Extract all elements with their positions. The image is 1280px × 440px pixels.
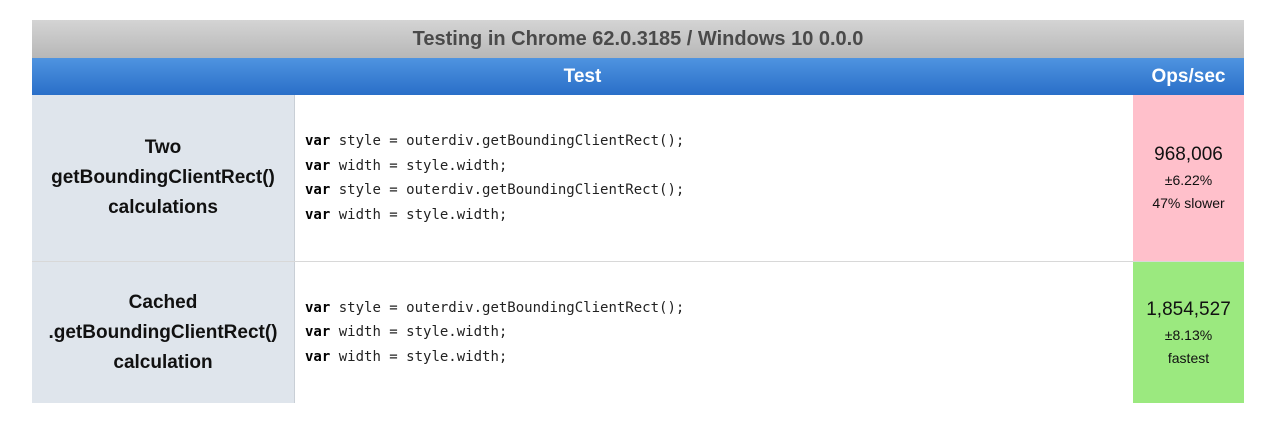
test-title: Two getBoundingClientRect() calculations <box>51 137 275 218</box>
code-text: width = style.width; <box>330 206 508 223</box>
code-text: style = outerdiv.getBoundingClientRect()… <box>330 299 685 316</box>
table-caption: Testing in Chrome 62.0.3185 / Windows 10… <box>32 20 1244 58</box>
table-row: Cached .getBoundingClientRect() calculat… <box>32 262 1244 403</box>
code-text: style = outerdiv.getBoundingClientRect()… <box>330 133 685 149</box>
test-code: var style = outerdiv.getBoundingClientRe… <box>305 296 684 370</box>
code-line: var style = outerdiv.getBoundingClientRe… <box>305 178 684 203</box>
test-title-cell: Two getBoundingClientRect() calculations <box>32 95 295 261</box>
test-code-cell: var style = outerdiv.getBoundingClientRe… <box>295 95 1133 261</box>
code-text: width = style.width; <box>330 348 508 365</box>
code-keyword: var <box>305 348 331 365</box>
code-line: var style = outerdiv.getBoundingClientRe… <box>305 129 684 154</box>
code-text: width = style.width; <box>330 324 508 341</box>
code-text: width = style.width; <box>330 157 508 174</box>
table-header: Test Ops/sec <box>32 58 1244 95</box>
test-title-cell: Cached .getBoundingClientRect() calculat… <box>32 262 295 403</box>
ops-result-cell: 1,854,527 ±8.13% fastest <box>1133 262 1244 403</box>
code-keyword: var <box>305 182 331 198</box>
ops-value: 1,854,527 <box>1146 298 1231 320</box>
column-header-ops: Ops/sec <box>1151 65 1226 87</box>
code-keyword: var <box>305 324 331 341</box>
ops-relative-speed: 47% slower <box>1152 195 1225 211</box>
column-header-test: Test <box>563 65 602 87</box>
results-table: Testing in Chrome 62.0.3185 / Windows 10… <box>32 20 1244 403</box>
test-title: Cached .getBoundingClientRect() calculat… <box>48 291 278 373</box>
ops-result-cell: 968,006 ±6.22% 47% slower <box>1133 95 1244 261</box>
ops-relative-speed: fastest <box>1167 349 1210 366</box>
code-line: var width = style.width; <box>305 320 684 345</box>
code-keyword: var <box>305 133 331 149</box>
code-line: var width = style.width; <box>305 154 684 179</box>
code-text: style = outerdiv.getBoundingClientRect()… <box>330 182 685 198</box>
test-code: var style = outerdiv.getBoundingClientRe… <box>305 129 684 227</box>
code-keyword: var <box>305 157 331 174</box>
table-row: Two getBoundingClientRect() calculations… <box>32 95 1244 262</box>
code-line: var width = style.width; <box>305 345 684 370</box>
code-keyword: var <box>305 299 331 316</box>
ops-error-margin: ±6.22% <box>1164 172 1213 188</box>
code-keyword: var <box>305 206 331 223</box>
ops-value: 968,006 <box>1154 144 1223 165</box>
ops-error-margin: ±8.13% <box>1164 326 1213 343</box>
code-line: var width = style.width; <box>305 203 684 228</box>
test-code-cell: var style = outerdiv.getBoundingClientRe… <box>295 262 1133 403</box>
code-line: var style = outerdiv.getBoundingClientRe… <box>305 296 684 321</box>
